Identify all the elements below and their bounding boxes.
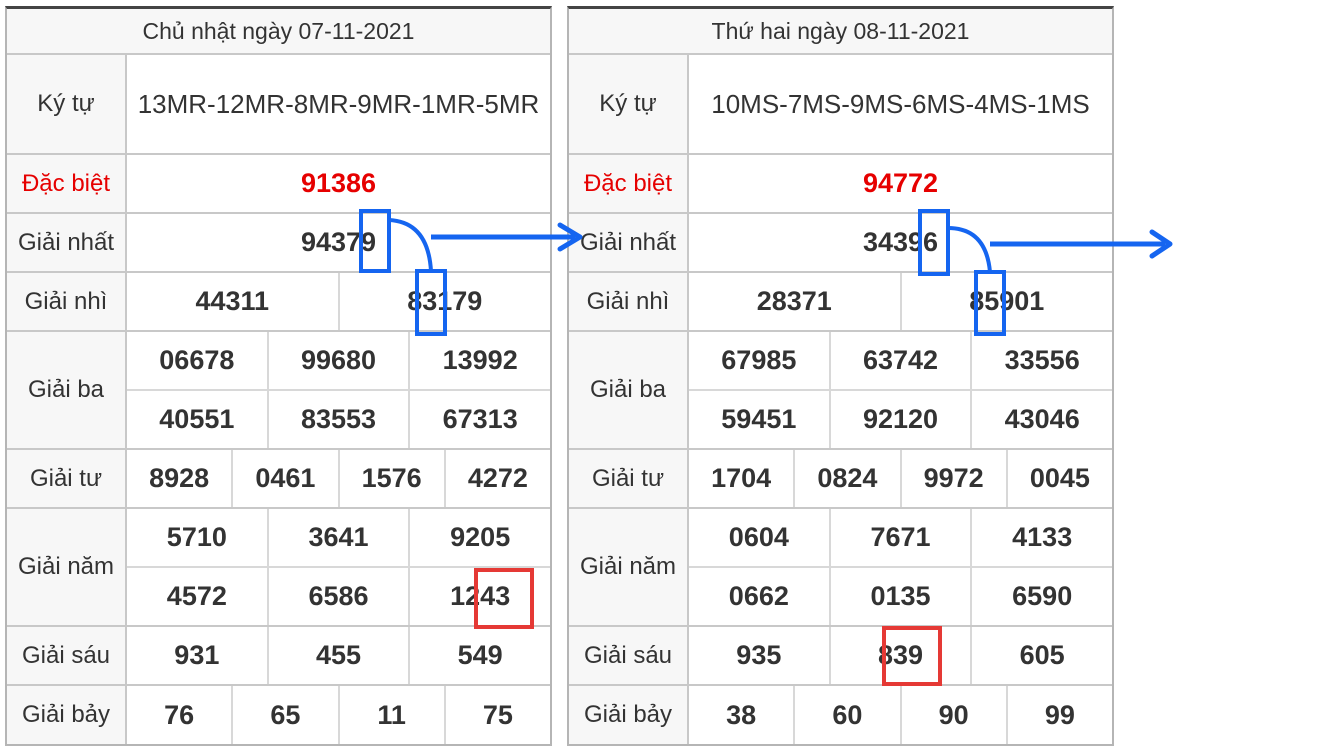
date-title: Thứ hai ngày 08-11-2021 — [569, 9, 1112, 55]
ky-tu-value: 13MR-12MR-8MR-9MR-1MR-5MR — [137, 89, 540, 119]
giai-ba-value: 99680 — [269, 332, 411, 389]
giai-tu-value: 0824 — [795, 450, 902, 507]
giai-tu-value: 0045 — [1029, 463, 1090, 493]
giai-sau-value: 549 — [457, 640, 503, 670]
giai-tu-value: 0461 — [233, 450, 340, 507]
giai-tu-value: 9972 — [902, 450, 1008, 507]
giai-nam-value: 3641 — [269, 509, 411, 566]
giai-nhat-value: 34396 — [862, 227, 939, 257]
giai-ba-value: 43046 — [1004, 404, 1080, 434]
giai-nhat-label: Giải nhất — [7, 214, 127, 271]
dac-biet-value: 91386 — [300, 168, 377, 198]
ky-tu-value: 10MS-7MS-9MS-6MS-4MS-1MS — [711, 89, 1090, 119]
giai-nhi-value: 28371 — [689, 273, 902, 330]
giai-ba-value: 83553 — [269, 391, 411, 448]
giai-ba-value: 59451 — [689, 391, 831, 448]
giai-nam-value: 4572 — [127, 568, 269, 625]
ky-tu-label: Ký tự — [569, 55, 689, 153]
giai-bay-label: Giải bảy — [7, 686, 127, 744]
giai-ba-value: 40551 — [127, 391, 269, 448]
giai-ba-value: 67985 — [689, 332, 831, 389]
giai-nam-value: 9205 — [450, 522, 511, 552]
arrow-head-icon — [1149, 229, 1173, 259]
giai-ba-value: 92120 — [831, 391, 973, 448]
giai-tu-value: 8928 — [127, 450, 234, 507]
ky-tu-label: Ký tự — [7, 55, 127, 153]
giai-nam-label: Giải năm — [7, 509, 127, 625]
giai-tu-value: 1704 — [689, 450, 796, 507]
giai-bay-value: 60 — [795, 686, 902, 744]
giai-sau-label: Giải sáu — [569, 627, 689, 684]
giai-bay-value: 65 — [233, 686, 340, 744]
giai-ba-value: 67313 — [442, 404, 518, 434]
giai-tu-value: 4272 — [467, 463, 528, 493]
giai-sau-value: 605 — [1019, 640, 1065, 670]
giai-sau-value: 455 — [269, 627, 411, 684]
giai-nam-value: 0662 — [689, 568, 831, 625]
giai-tu-label: Giải tư — [7, 450, 127, 507]
giai-bay-value: 76 — [127, 686, 234, 744]
giai-bay-value: 99 — [1044, 699, 1075, 730]
giai-ba-value: 13992 — [442, 345, 518, 375]
giai-nhat-label: Giải nhất — [569, 214, 689, 271]
giai-ba-value: 33556 — [1004, 345, 1080, 375]
lottery-table-1: Chủ nhật ngày 07-11-2021 Ký tự 13MR-12MR… — [5, 6, 552, 746]
giai-bay-value: 75 — [482, 699, 513, 730]
giai-tu-value: 1576 — [340, 450, 446, 507]
giai-ba-label: Giải ba — [569, 332, 689, 448]
giai-ba-value: 63742 — [831, 332, 973, 389]
giai-nam-value: 6590 — [1012, 581, 1073, 611]
giai-nhi-label: Giải nhì — [569, 273, 689, 330]
giai-tu-label: Giải tư — [569, 450, 689, 507]
date-title: Chủ nhật ngày 07-11-2021 — [7, 9, 550, 55]
dac-biet-label: Đặc biệt — [7, 155, 127, 212]
lottery-table-2: Thứ hai ngày 08-11-2021 Ký tự 10MS-7MS-9… — [567, 6, 1114, 746]
giai-nam-value: 0604 — [689, 509, 831, 566]
giai-nhi-value: 85901 — [969, 286, 1045, 316]
giai-nam-value: 0135 — [831, 568, 973, 625]
giai-bay-value: 38 — [689, 686, 796, 744]
giai-nhat-value: 94379 — [300, 227, 377, 257]
giai-nam-label: Giải năm — [569, 509, 689, 625]
giai-ba-label: Giải ba — [7, 332, 127, 448]
giai-sau-label: Giải sáu — [7, 627, 127, 684]
giai-nam-value: 1243 — [450, 581, 511, 611]
giai-nam-value: 7671 — [831, 509, 973, 566]
giai-bay-value: 90 — [902, 686, 1008, 744]
giai-bay-label: Giải bảy — [569, 686, 689, 744]
giai-sau-value: 935 — [689, 627, 831, 684]
giai-ba-value: 06678 — [127, 332, 269, 389]
dac-biet-value: 94772 — [862, 168, 939, 198]
giai-nhi-label: Giải nhì — [7, 273, 127, 330]
giai-sau-value: 839 — [831, 627, 973, 684]
giai-nam-value: 5710 — [127, 509, 269, 566]
giai-nam-value: 6586 — [269, 568, 411, 625]
dac-biet-label: Đặc biệt — [569, 155, 689, 212]
giai-sau-value: 931 — [127, 627, 269, 684]
giai-bay-value: 11 — [340, 686, 446, 744]
giai-nam-value: 4133 — [1012, 522, 1073, 552]
giai-nhi-value: 83179 — [407, 286, 483, 316]
giai-nhi-value: 44311 — [127, 273, 340, 330]
